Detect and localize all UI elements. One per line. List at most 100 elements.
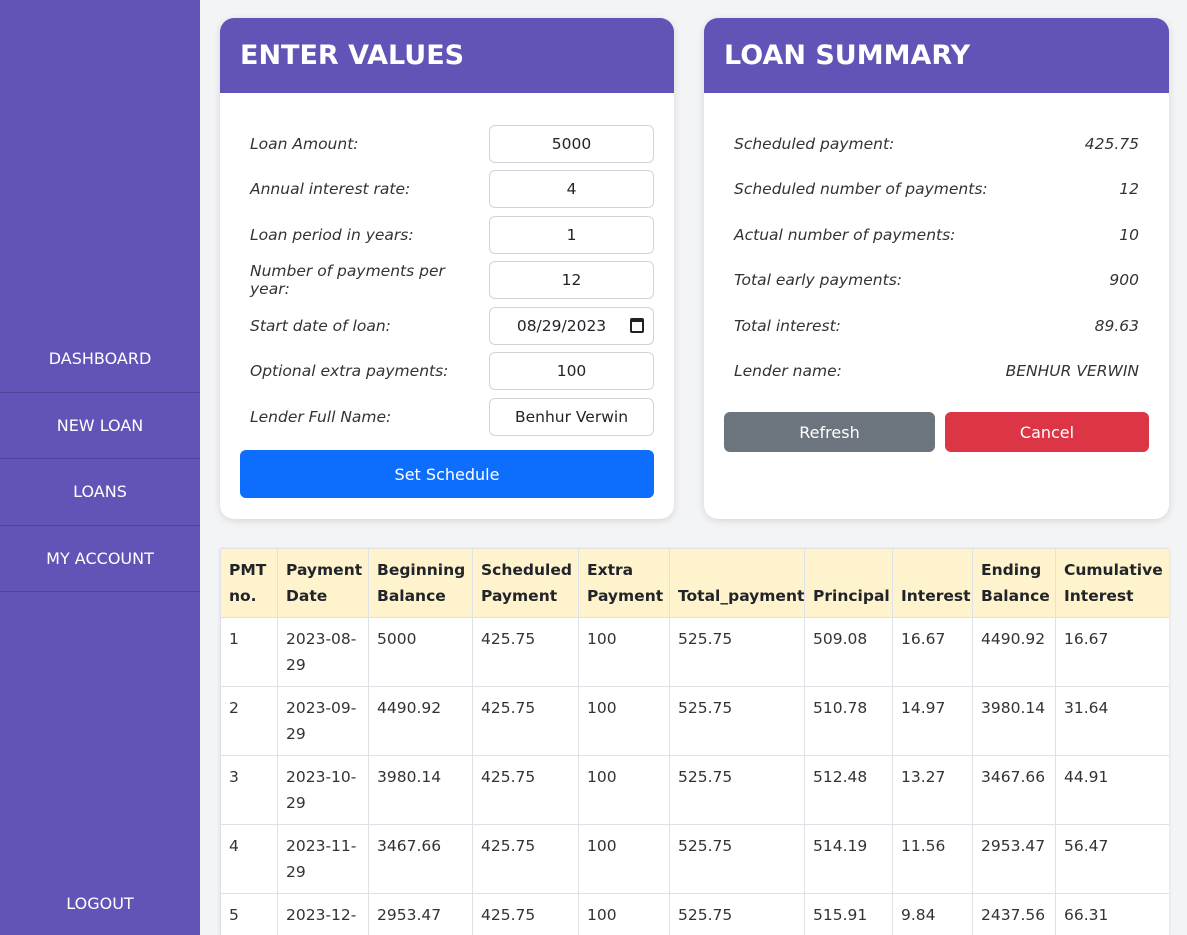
set-schedule-button[interactable]: Set Schedule — [240, 450, 654, 498]
summary-row-total-interest: Total interest: 89.63 — [734, 307, 1139, 345]
table-row: 2 2023-09-29 4490.92 425.75 100 525.75 510.78 1… — [220, 686, 1169, 756]
table-cell: 2953.47 — [368, 893, 473, 935]
schedule-header-row: PMT no. Payment Date Beginning Balance S… — [220, 548, 1169, 618]
summary-value: 10 — [1119, 226, 1139, 244]
cancel-button[interactable]: Cancel — [945, 412, 1149, 452]
summary-row-scheduled-payment: Scheduled payment: 425.75 — [734, 125, 1139, 163]
summary-value: 12 — [1119, 180, 1139, 198]
table-cell: 515.91 — [804, 893, 893, 935]
table-cell: 11.56 — [892, 824, 973, 894]
table-cell: 425.75 — [472, 755, 579, 825]
column-header: Interest — [892, 548, 973, 618]
extra-payments-label: Optional extra payments: — [250, 362, 449, 380]
summary-row-scheduled-number: Scheduled number of payments: 12 — [734, 170, 1139, 208]
table-cell: 13.27 — [892, 755, 973, 825]
schedule-body: 1 2023-08-29 5000 425.75 100 525.75 509.08 16.6… — [220, 617, 1169, 935]
table-cell: 16.67 — [1055, 617, 1169, 687]
schedule-table: PMT no. Payment Date Beginning Balance S… — [220, 548, 1169, 935]
table-cell: 1 — [220, 617, 278, 687]
table-cell: 31.64 — [1055, 686, 1169, 756]
refresh-button[interactable]: Refresh — [724, 412, 935, 452]
table-cell: 100 — [578, 893, 670, 935]
table-cell: 510.78 — [804, 686, 893, 756]
column-header: Beginning Balance — [368, 548, 473, 618]
lender-name-input[interactable] — [489, 398, 654, 436]
table-row: 1 2023-08-29 5000 425.75 100 525.75 509.08 16.6… — [220, 617, 1169, 687]
loan-summary-title: LOAN SUMMARY — [704, 18, 1169, 93]
loan-period-label: Loan period in years: — [250, 226, 414, 244]
summary-label: Actual number of payments: — [734, 226, 956, 244]
table-cell: 425.75 — [472, 617, 579, 687]
sidebar-item-dashboard[interactable]: DASHBOARD — [0, 326, 200, 393]
loan-period-input[interactable] — [489, 216, 654, 254]
table-cell: 2023-09-29 — [277, 686, 369, 756]
extra-payments-input[interactable] — [489, 352, 654, 390]
schedule-table-container[interactable]: PMT no. Payment Date Beginning Balance S… — [220, 548, 1169, 935]
form-row-loan-period: Loan period in years: — [250, 216, 654, 254]
start-date-label: Start date of loan: — [250, 317, 391, 335]
summary-label: Total early payments: — [734, 271, 903, 289]
loan-amount-input[interactable] — [489, 125, 654, 163]
table-cell: 3 — [220, 755, 278, 825]
table-cell: 525.75 — [669, 755, 805, 825]
summary-row-actual-number: Actual number of payments: 10 — [734, 216, 1139, 254]
calendar-icon[interactable] — [630, 318, 644, 333]
table-cell: 525.75 — [669, 686, 805, 756]
table-cell: 425.75 — [472, 686, 579, 756]
table-cell: 5000 — [368, 617, 473, 687]
table-cell: 4490.92 — [368, 686, 473, 756]
table-cell: 2023-08-29 — [277, 617, 369, 687]
sidebar-item-new-loan[interactable]: NEW LOAN — [0, 393, 200, 459]
table-cell: 2023-12- — [277, 893, 369, 935]
summary-value: 425.75 — [1084, 135, 1139, 153]
column-header: Cumulative Interest — [1055, 548, 1169, 618]
column-header: Principal — [804, 548, 893, 618]
table-cell: 512.48 — [804, 755, 893, 825]
form-row-start-date: Start date of loan: — [250, 307, 654, 345]
table-cell: 56.47 — [1055, 824, 1169, 894]
table-cell: 66.31 — [1055, 893, 1169, 935]
table-cell: 525.75 — [669, 893, 805, 935]
table-cell: 100 — [578, 686, 670, 756]
summary-label: Scheduled payment: — [734, 135, 895, 153]
table-cell: 3467.66 — [972, 755, 1056, 825]
form-row-extra-payments: Optional extra payments: — [250, 352, 654, 390]
table-cell: 5 — [220, 893, 278, 935]
sidebar-item-loans[interactable]: LOANS — [0, 459, 200, 526]
column-header: Scheduled Payment — [472, 548, 579, 618]
interest-rate-input[interactable] — [489, 170, 654, 208]
enter-values-title: ENTER VALUES — [220, 18, 674, 93]
table-cell: 3980.14 — [972, 686, 1056, 756]
table-cell: 44.91 — [1055, 755, 1169, 825]
summary-value: 900 — [1109, 271, 1139, 289]
sidebar-item-my-account[interactable]: MY ACCOUNT — [0, 526, 200, 592]
column-header: Total_payment — [669, 548, 805, 618]
sidebar-item-logout[interactable]: LOGOUT — [0, 870, 200, 935]
loan-amount-label: Loan Amount: — [250, 135, 359, 153]
table-row: 3 2023-10-29 3980.14 425.75 100 525.75 512.48 1… — [220, 755, 1169, 825]
table-cell: 2023-10-29 — [277, 755, 369, 825]
table-cell: 2437.56 — [972, 893, 1056, 935]
start-date-field — [489, 307, 654, 345]
table-cell: 2953.47 — [972, 824, 1056, 894]
loan-summary-card: LOAN SUMMARY Scheduled payment: 425.75 S… — [704, 18, 1169, 519]
table-cell: 525.75 — [669, 617, 805, 687]
table-cell: 100 — [578, 755, 670, 825]
table-cell: 525.75 — [669, 824, 805, 894]
table-cell: 425.75 — [472, 893, 579, 935]
summary-value: BENHUR VERWIN — [1005, 362, 1139, 380]
payments-per-year-input[interactable] — [489, 261, 654, 299]
sidebar-nav: DASHBOARD NEW LOAN LOANS MY ACCOUNT — [0, 326, 200, 592]
summary-value: 89.63 — [1094, 317, 1139, 335]
table-cell: 100 — [578, 617, 670, 687]
table-cell: 509.08 — [804, 617, 893, 687]
table-cell: 514.19 — [804, 824, 893, 894]
table-cell: 2 — [220, 686, 278, 756]
table-cell: 4 — [220, 824, 278, 894]
table-cell: 3980.14 — [368, 755, 473, 825]
table-cell: 2023-11-29 — [277, 824, 369, 894]
interest-rate-label: Annual interest rate: — [250, 180, 411, 198]
table-cell: 425.75 — [472, 824, 579, 894]
summary-label: Scheduled number of payments: — [734, 180, 988, 198]
table-row: 4 2023-11-29 3467.66 425.75 100 525.75 514.19 1… — [220, 824, 1169, 894]
